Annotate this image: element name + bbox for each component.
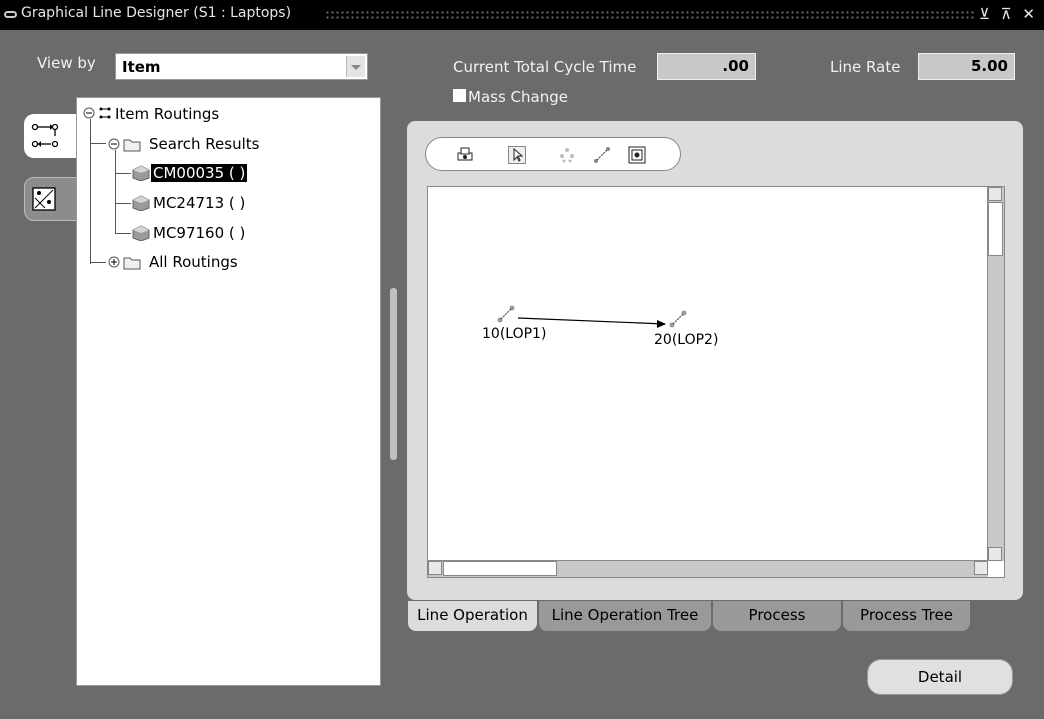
mass-change-checkbox[interactable] [453,89,466,102]
scroll-up-icon[interactable] [988,187,1002,201]
horizontal-scrollbar[interactable] [428,560,988,577]
tree-root-item-routings[interactable]: Item Routings [115,105,219,123]
diagram-toolbar [425,137,681,171]
item-cube-icon [132,165,150,181]
title-grip [325,10,974,19]
tab-process-tree[interactable]: Process Tree [843,601,970,631]
tab-line-operation-tree[interactable]: Line Operation Tree [539,601,711,631]
connector-icon[interactable] [593,146,611,164]
tree-search-results[interactable]: Search Results [149,135,259,153]
scroll-down-icon[interactable] [988,547,1002,561]
node-icon[interactable] [558,146,576,164]
cycle-time-field[interactable]: .00 [657,53,756,80]
tree-item-cm00035[interactable]: CM00035 ( ) [151,164,248,182]
pointer-icon[interactable] [508,146,526,164]
operation-node-icon[interactable] [495,302,519,326]
window-controls[interactable]: ⊻ ⊼ ✕ [979,5,1038,23]
splitter-handle[interactable] [390,288,397,460]
operation-graph [517,317,666,328]
view-by-select[interactable]: Item [115,53,368,80]
scroll-right-icon[interactable] [974,561,988,575]
diagram-tab[interactable] [24,177,80,221]
tab-process[interactable]: Process [713,601,841,631]
vertical-scrollbar[interactable] [987,187,1004,561]
window-title: Graphical Line Designer (S1 : Laptops) [21,5,292,21]
routing-tree-tab[interactable] [24,114,80,158]
tab-line-operation[interactable]: Line Operation [408,601,537,631]
scroll-left-icon[interactable] [428,561,442,575]
expand-folder-icon[interactable] [108,254,148,270]
operation-label-lop2[interactable]: 20(LOP2) [654,332,718,348]
tree-all-routings[interactable]: All Routings [149,253,238,271]
zoom-fit-icon[interactable] [628,146,646,164]
operation-node-icon[interactable] [667,307,691,331]
folder-icon [108,138,141,152]
collapse-icon[interactable] [83,106,115,120]
diagram-icon [32,187,56,211]
window-icon [4,11,17,18]
vertical-scroll-thumb[interactable] [988,202,1003,256]
tree-item-mc24713[interactable]: MC24713 ( ) [153,194,245,212]
diagram-canvas[interactable]: 10(LOP1) 20(LOP2) [427,186,1005,578]
routing-tree-panel: Item Routings Search Results CM00035 ( )… [76,97,381,686]
tree-item-mc97160[interactable]: MC97160 ( ) [153,224,245,242]
title-bar: Graphical Line Designer (S1 : Laptops) ⊻… [0,0,1044,30]
item-cube-icon [132,225,150,241]
mass-change-label: Mass Change [468,88,568,106]
view-by-label: View by [37,54,96,72]
routing-tree-icon [31,123,59,148]
horizontal-scroll-thumb[interactable] [443,561,557,576]
chevron-down-icon[interactable] [346,56,365,77]
operation-label-lop1[interactable]: 10(LOP1) [482,326,546,342]
view-by-value: Item [122,58,161,76]
line-rate-label: Line Rate [830,58,901,76]
detail-button[interactable]: Detail [867,659,1013,695]
print-icon[interactable] [456,146,474,164]
line-rate-field[interactable]: 5.00 [918,53,1015,80]
cycle-time-label: Current Total Cycle Time [453,58,637,76]
item-cube-icon [132,195,150,211]
